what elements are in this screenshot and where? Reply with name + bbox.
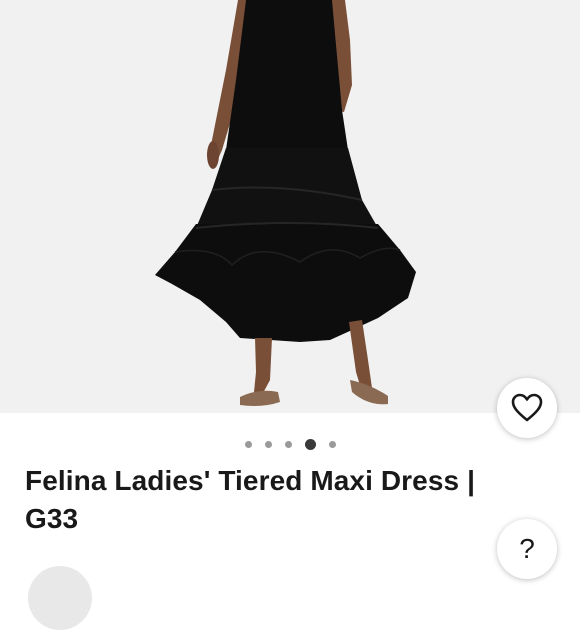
product-image[interactable] [0,0,580,413]
help-button[interactable]: ? [497,519,557,579]
pager-dot[interactable] [264,440,272,448]
pager-dot[interactable] [284,440,292,448]
help-label: ? [519,533,535,564]
favorite-button[interactable] [497,378,557,438]
dress-photo [155,0,416,406]
pager-dot[interactable] [244,440,252,448]
pager-dot[interactable] [304,438,316,450]
product-title: Felina Ladies' Tiered Maxi Dress | G33 [25,465,476,534]
heart-outline-icon [511,393,543,422]
image-pager [0,437,580,451]
seller-avatar[interactable] [28,566,92,630]
pager-dot[interactable] [328,440,336,448]
